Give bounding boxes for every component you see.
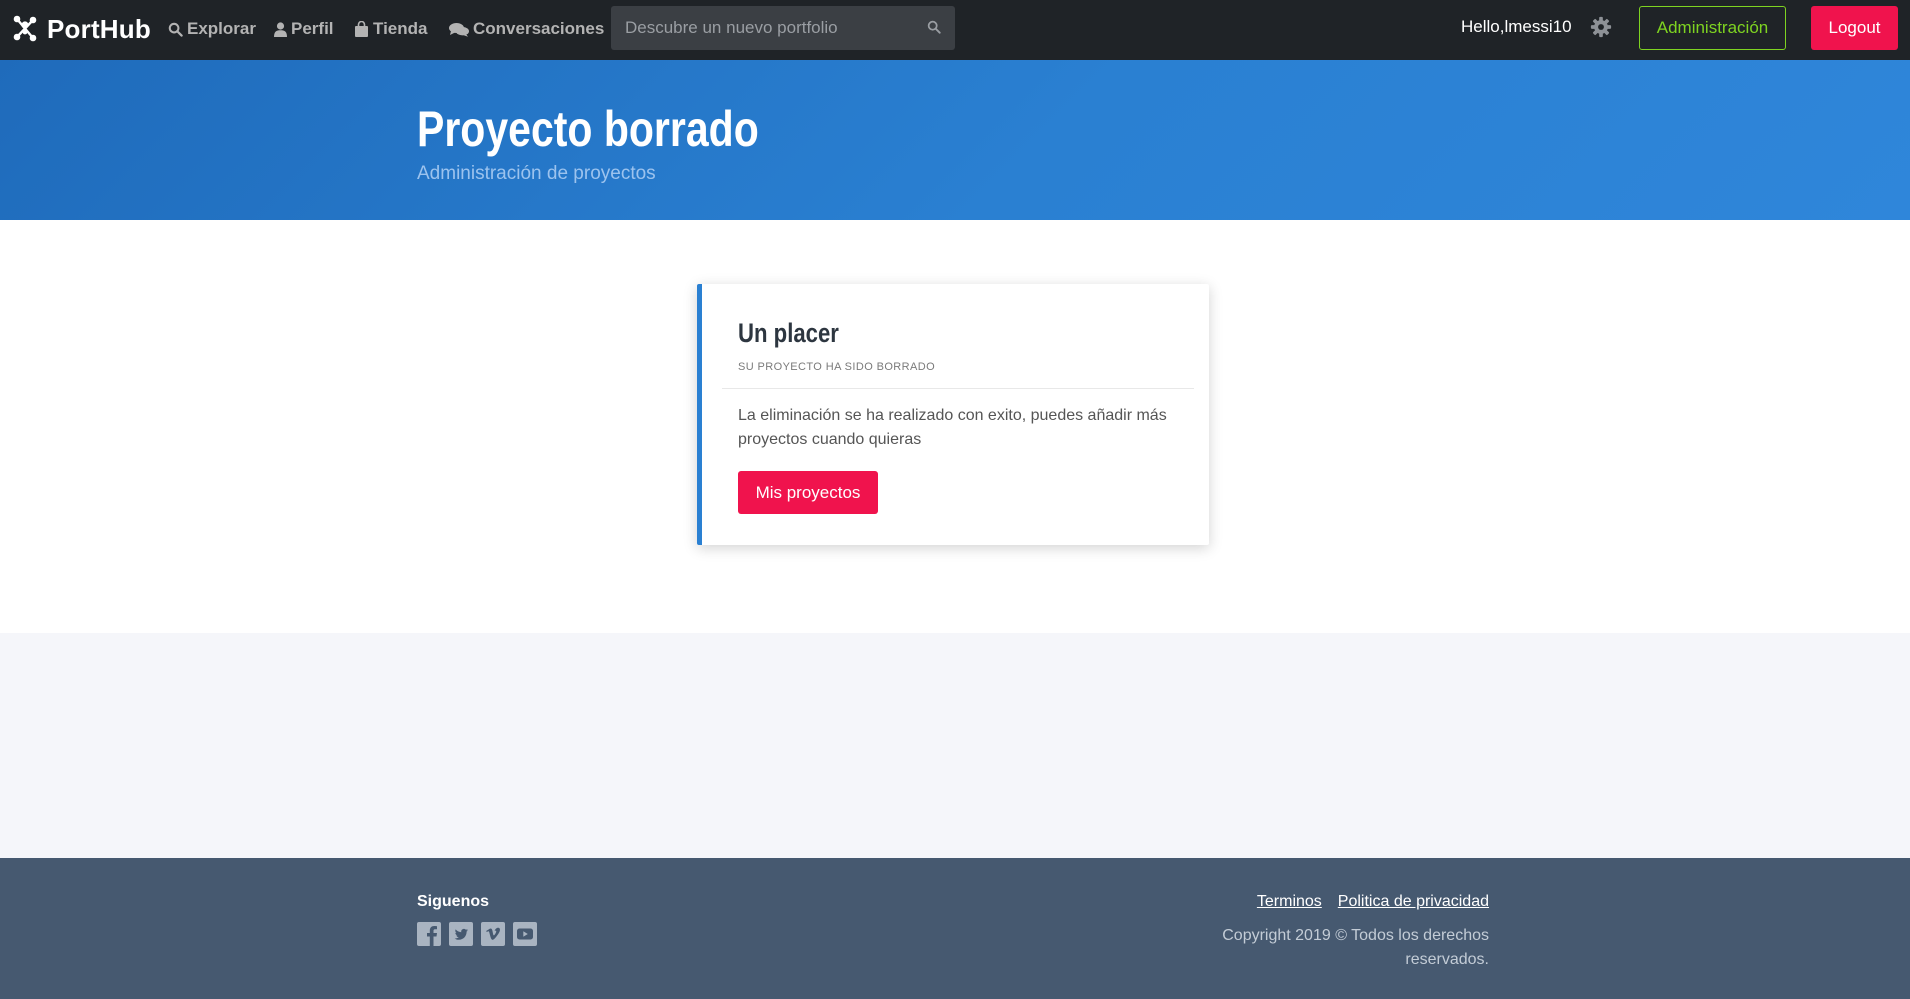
chat-bubbles-icon (449, 22, 469, 37)
social-links (417, 922, 545, 946)
user-icon (274, 21, 287, 37)
youtube-icon[interactable] (513, 922, 537, 946)
terms-link[interactable]: Terminos (1257, 893, 1322, 911)
footer-links: Terminos Politica de privacidad (1241, 893, 1489, 911)
network-nodes-icon (13, 15, 37, 42)
facebook-icon[interactable] (417, 922, 441, 946)
card-divider (722, 388, 1194, 389)
nav-perfil-label: Perfil (291, 19, 334, 38)
gear-icon[interactable] (1590, 16, 1612, 38)
nav-conversaciones-label: Conversaciones (473, 19, 605, 38)
confirmation-card: Un placer SU PROYECTO HA SIDO BORRADO La… (697, 284, 1209, 545)
card-body-text: La eliminación se ha realizado con exito… (738, 407, 1167, 448)
nav-explorar-label: Explorar (187, 19, 256, 38)
admin-button[interactable]: Administración (1639, 6, 1786, 50)
brand-link[interactable]: PortHub (12, 14, 151, 44)
hero-banner: Proyecto borrado Administración de proye… (0, 60, 1910, 220)
vimeo-icon[interactable] (481, 922, 505, 946)
page-subtitle: Administración de proyectos (417, 163, 656, 184)
nav-explorar[interactable]: Explorar (168, 16, 256, 42)
my-projects-button[interactable]: Mis proyectos (738, 471, 878, 514)
search-icon (168, 22, 183, 37)
card-subtitle: SU PROYECTO HA SIDO BORRADO (738, 361, 936, 373)
search-input[interactable] (611, 6, 921, 50)
user-greeting: Hello,lmessi10 (1461, 17, 1572, 36)
nav-perfil[interactable]: Perfil (274, 16, 334, 42)
shopping-bag-icon (355, 21, 368, 37)
copyright-text: Copyright 2019 © Todos los derechos rese… (1222, 927, 1489, 968)
search-icon[interactable] (927, 20, 941, 34)
follow-us-label: Siguenos (417, 893, 490, 910)
main-content: Un placer SU PROYECTO HA SIDO BORRADO La… (0, 220, 1910, 633)
card-title: Un placer (738, 318, 839, 348)
page-footer: Siguenos Terminos Politica de privacidad… (0, 858, 1910, 999)
nav-tienda[interactable]: Tienda (354, 16, 427, 42)
page-title: Proyecto borrado (417, 101, 759, 157)
nav-conversaciones[interactable]: Conversaciones (449, 16, 604, 42)
nav-tienda-label: Tienda (373, 19, 428, 38)
brand-name: PortHub (47, 14, 151, 44)
privacy-policy-link[interactable]: Politica de privacidad (1338, 893, 1489, 911)
top-navbar: PortHub Explorar Perfil Tienda Conversac… (0, 0, 1910, 60)
logout-button[interactable]: Logout (1811, 6, 1898, 50)
twitter-icon[interactable] (449, 922, 473, 946)
search-box (611, 6, 955, 50)
